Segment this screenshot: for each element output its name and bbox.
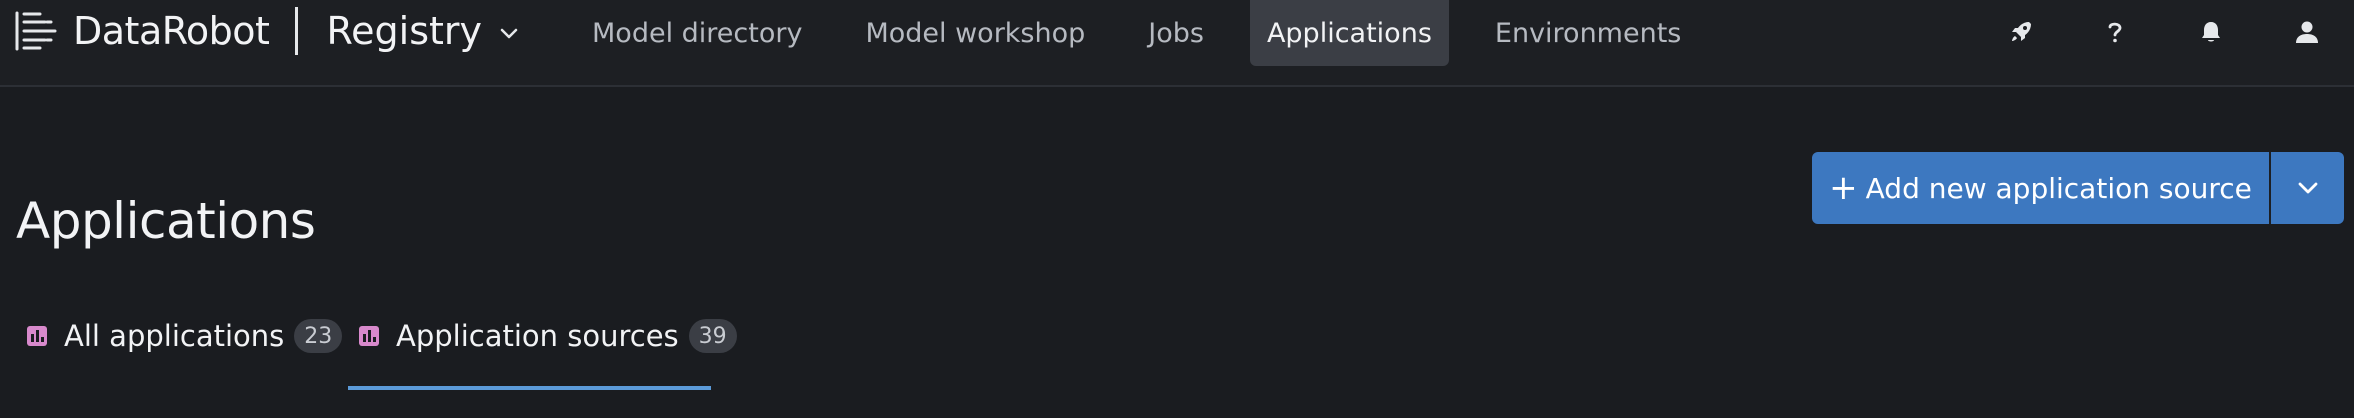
chevron-down-icon [2298, 182, 2317, 194]
tab-label: All applications [64, 319, 285, 353]
tab-all-applications[interactable]: All applications 23 [26, 312, 343, 360]
user-icon[interactable] [2287, 12, 2327, 52]
rocket-icon[interactable] [2001, 12, 2041, 52]
page-title: Applications [16, 191, 316, 250]
add-application-source-label: Add new application source [1865, 171, 2252, 205]
add-application-source-button[interactable]: + Add new application source [1812, 152, 2269, 224]
tab-application-sources[interactable]: Application sources 39 [358, 312, 737, 360]
top-navigation-bar: DataRobot Registry Model directory Model… [0, 0, 2354, 87]
add-application-source-split-button: + Add new application source [1812, 152, 2344, 224]
chart-icon [359, 326, 379, 346]
add-options-dropdown-button[interactable] [2271, 152, 2344, 224]
top-right-icons [0, 12, 2354, 52]
tab-count-badge: 23 [294, 319, 343, 353]
bell-icon[interactable] [2191, 12, 2231, 52]
tab-count-badge: 39 [688, 319, 737, 353]
chart-icon [27, 326, 47, 346]
tab-label: Application sources [396, 319, 679, 353]
help-icon[interactable] [2095, 12, 2135, 52]
plus-icon: + [1829, 168, 1858, 208]
active-tab-indicator [348, 386, 711, 390]
